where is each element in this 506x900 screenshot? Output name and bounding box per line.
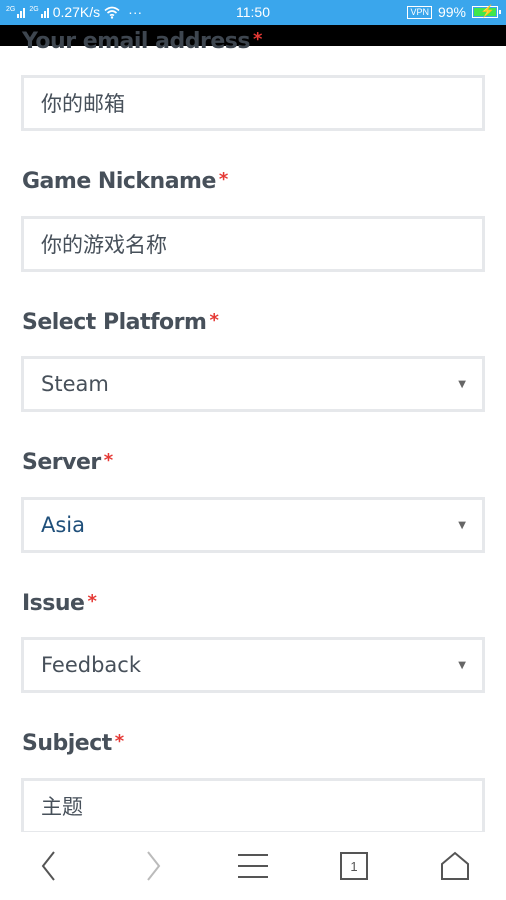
home-icon — [441, 851, 469, 880]
required-mark: * — [252, 29, 262, 50]
platform-select[interactable]: Steam ▼ — [21, 356, 485, 412]
back-icon — [41, 851, 55, 881]
forward-icon — [147, 851, 161, 881]
battery-level: 99% — [437, 4, 466, 20]
status-right: VPN 99% ⚡ — [407, 4, 501, 20]
platform-value: Steam — [41, 372, 109, 396]
dropdown-arrow-icon: ▼ — [458, 520, 466, 531]
vpn-badge: VPN — [407, 5, 432, 19]
required-mark: * — [114, 731, 124, 752]
back-button[interactable] — [24, 846, 74, 886]
nickname-label: Game Nickname * — [22, 169, 228, 194]
status-bar: 2G 2G 0.27K/s ··· 11:50 VPN 99% ⚡ — [0, 0, 506, 25]
platform-label: Select Platform * — [22, 310, 219, 335]
required-mark: * — [87, 591, 97, 612]
subject-label: Subject * — [22, 731, 124, 756]
tabs-button[interactable]: 1 — [329, 846, 379, 886]
issue-value: Feedback — [41, 653, 142, 677]
email-label: Your email address * — [22, 29, 262, 54]
menu-icon — [238, 854, 268, 878]
subject-placeholder: 主题 — [41, 795, 83, 819]
required-mark: * — [218, 169, 228, 190]
tab-count: 1 — [350, 858, 358, 874]
battery-icon: ⚡ — [472, 4, 501, 18]
forward-button[interactable] — [128, 846, 178, 886]
issue-label: Issue * — [22, 591, 97, 616]
nickname-placeholder: 你的游戏名称 — [41, 233, 167, 257]
email-field[interactable]: 你的邮箱 — [21, 75, 485, 131]
home-button[interactable] — [430, 846, 480, 886]
browser-nav-bar: 1 — [0, 832, 506, 900]
subject-field[interactable]: 主题 — [21, 778, 485, 832]
tabs-icon: 1 — [340, 852, 368, 880]
issue-select[interactable]: Feedback ▼ — [21, 637, 485, 693]
nickname-field[interactable]: 你的游戏名称 — [21, 216, 485, 272]
dropdown-arrow-icon: ▼ — [458, 660, 466, 671]
server-label: Server * — [22, 450, 113, 475]
support-form: Your email address * 你的邮箱 Game Nickname * … — [0, 25, 506, 832]
server-value: Asia — [41, 513, 86, 537]
dropdown-arrow-icon: ▼ — [458, 379, 466, 390]
server-select[interactable]: Asia ▼ — [21, 497, 485, 553]
menu-button[interactable] — [228, 846, 278, 886]
email-placeholder: 你的邮箱 — [41, 92, 125, 116]
required-mark: * — [103, 450, 113, 471]
required-mark: * — [209, 310, 219, 331]
